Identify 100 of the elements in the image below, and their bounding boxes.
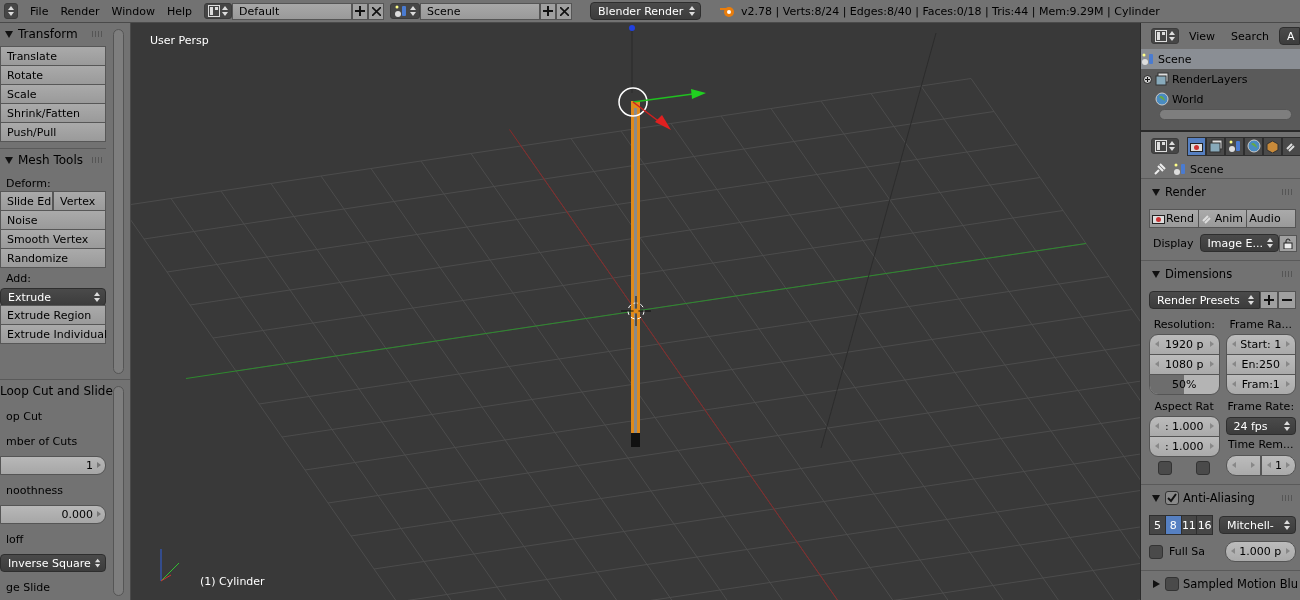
outliner-item[interactable]: Scene (1141, 49, 1300, 69)
tool-button[interactable]: Extrude Individual (0, 324, 106, 344)
panel-title: Mesh Tools (18, 153, 83, 167)
panel-title: Sampled Motion Blu (1183, 577, 1299, 591)
number-field[interactable]: 0.000 (0, 505, 106, 524)
render-button[interactable]: Anim (1197, 209, 1248, 228)
checkbox[interactable] (1165, 491, 1179, 505)
percentage-slider[interactable]: 50% (1149, 374, 1220, 395)
plus-icon (543, 6, 554, 16)
add-button[interactable] (540, 2, 557, 20)
number-field[interactable]: Start: 1 (1225, 334, 1296, 355)
up-down-arrows-icon (8, 6, 14, 16)
number-field[interactable] (1225, 455, 1261, 476)
menu-item[interactable]: Window (105, 4, 161, 18)
tool-button[interactable]: Rotate (0, 65, 106, 85)
tool-button[interactable]: Translate (0, 46, 106, 66)
lock-icon (1282, 237, 1293, 249)
scene-browse-button[interactable] (390, 3, 421, 19)
editor-type-button[interactable] (1151, 28, 1179, 44)
presets-dropdown[interactable]: Render Presets (1149, 291, 1260, 309)
tool-button[interactable]: Randomize (0, 248, 106, 268)
render-button[interactable]: Rend (1149, 209, 1199, 228)
disclosure-triangle-icon[interactable] (1151, 493, 1161, 503)
add-button[interactable] (1260, 291, 1278, 309)
add-button[interactable] (352, 2, 369, 20)
up-down-arrows-icon (1266, 238, 1273, 248)
number-field[interactable]: 1.000 p (1224, 541, 1296, 562)
number-field[interactable]: 1 (1260, 455, 1296, 476)
field-label: Aspect Rat (1153, 399, 1215, 415)
remove-button[interactable] (1278, 291, 1296, 309)
tool-button[interactable]: Shrink/Fatten (0, 103, 106, 123)
scene-field[interactable]: Scene (420, 2, 541, 20)
tool-button[interactable]: Extrude Region (0, 305, 106, 325)
checkbox[interactable] (1158, 461, 1173, 475)
up-down-arrows-icon (222, 6, 229, 16)
properties-tab[interactable] (1187, 136, 1206, 156)
section-label: mber of Cuts (5, 433, 79, 450)
frame-rate-dropdown[interactable]: 24 fps (1225, 417, 1296, 435)
display-dropdown[interactable]: Image E... (1199, 234, 1279, 252)
lock-button[interactable] (1278, 234, 1297, 252)
expand-icon[interactable] (1143, 74, 1152, 84)
delete-button[interactable] (368, 2, 385, 20)
pin-icon[interactable] (1153, 162, 1167, 176)
menu-item[interactable]: Help (160, 4, 199, 18)
up-down-arrows-icon (94, 558, 100, 568)
screen-layout-browse-button[interactable] (204, 3, 233, 19)
scrollbar[interactable] (112, 386, 124, 596)
properties-tab[interactable] (1282, 136, 1300, 156)
tool-button[interactable]: Vertex (53, 191, 106, 211)
screen-layout-field[interactable]: Default (232, 2, 353, 20)
editor-type-button[interactable] (1151, 138, 1179, 154)
scrollbar[interactable] (1159, 109, 1292, 120)
tool-button[interactable]: Push/Pull (0, 122, 106, 142)
display-mode-dropdown[interactable]: A (1278, 27, 1300, 45)
filter-dropdown[interactable]: Mitchell- (1219, 516, 1296, 534)
tool-button[interactable]: Noise (0, 210, 106, 230)
delete-button[interactable] (556, 2, 573, 20)
transform-gizmo-drawing[interactable] (618, 25, 706, 130)
scene-icon (1227, 139, 1242, 153)
sample-option[interactable]: 5 (1149, 515, 1166, 535)
disclosure-triangle-icon[interactable] (1151, 187, 1161, 197)
menu-item[interactable]: Render (54, 4, 106, 18)
scene-icon (1141, 52, 1155, 66)
disclosure-triangle-icon[interactable] (1151, 269, 1161, 279)
disclosure-triangle-icon[interactable] (4, 29, 14, 39)
tool-button[interactable]: Smooth Vertex (0, 229, 106, 249)
properties-tab[interactable] (1225, 136, 1244, 156)
render-button[interactable]: Audio (1246, 209, 1296, 228)
number-field[interactable]: En:250 (1225, 354, 1296, 375)
properties-tab[interactable] (1244, 136, 1263, 156)
menu-item[interactable]: View (1183, 29, 1222, 43)
disclosure-triangle-icon[interactable] (1151, 579, 1161, 589)
menu-item[interactable]: Search (1225, 29, 1275, 43)
section-label: loff (5, 531, 25, 548)
scrollbar[interactable] (112, 29, 124, 374)
menu-item[interactable]: File (24, 4, 55, 18)
checkbox[interactable] (1149, 544, 1163, 559)
tool-button[interactable]: Scale (0, 84, 106, 104)
properties-tab[interactable] (1206, 136, 1225, 156)
number-field[interactable]: 1080 p (1149, 354, 1220, 375)
dropdown[interactable]: Extrude (0, 288, 106, 306)
checkbox[interactable] (1165, 577, 1179, 591)
number-field[interactable]: Fram:1 (1225, 374, 1296, 395)
number-field[interactable]: : 1.000 (1149, 416, 1220, 437)
number-field[interactable]: 1 (0, 456, 106, 475)
disclosure-triangle-icon[interactable] (4, 155, 14, 165)
checkbox[interactable] (1196, 461, 1211, 475)
editor-type-button[interactable] (4, 3, 18, 19)
dropdown[interactable]: Inverse Square (0, 554, 106, 572)
panel-title: Anti-Aliasing (1183, 491, 1255, 505)
plus-icon (1264, 295, 1274, 305)
editor-type-icon (208, 5, 221, 17)
up-down-arrows-icon (1248, 295, 1254, 305)
number-field[interactable]: : 1.000 (1149, 436, 1220, 457)
tool-button[interactable]: Slide Ed (0, 191, 53, 211)
render-engine-dropdown[interactable]: Blender Render (590, 2, 702, 20)
checkbox-label: Full Sa (1169, 545, 1206, 558)
sample-option[interactable]: 16 (1196, 515, 1213, 535)
number-field[interactable]: 1920 p (1149, 334, 1220, 355)
view-name-label: User Persp (150, 34, 209, 47)
